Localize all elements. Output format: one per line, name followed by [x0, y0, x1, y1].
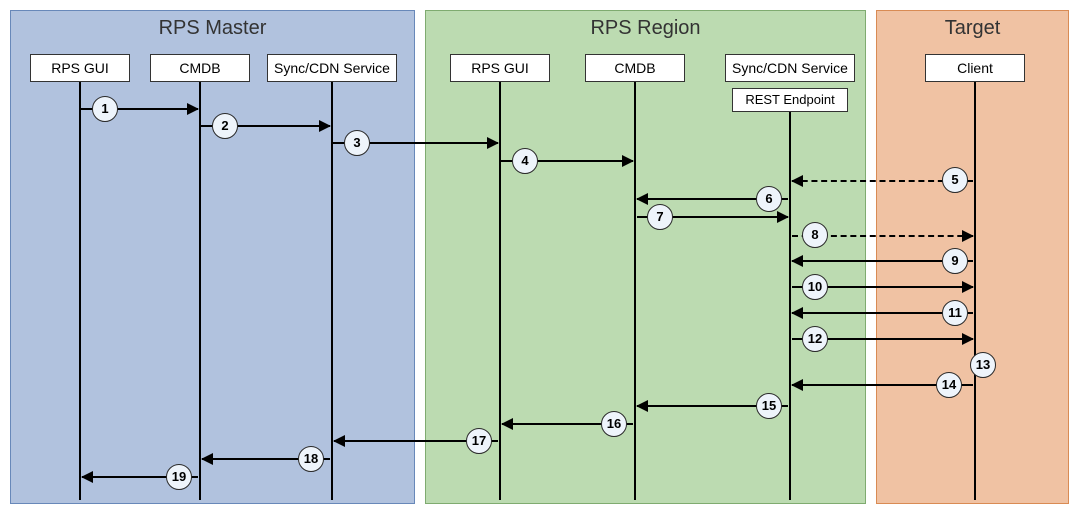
step-14: 14: [936, 372, 962, 398]
lifeline-r-cmdb: [634, 82, 636, 500]
step-1: 1: [92, 96, 118, 122]
lifeline-client: [974, 82, 976, 500]
region-target: Target: [876, 10, 1069, 504]
step-8: 8: [802, 222, 828, 248]
lifeline-header-rps-gui-region: RPS GUI: [450, 54, 550, 82]
lifeline-header-rps-gui-master: RPS GUI: [30, 54, 130, 82]
step-15: 15: [756, 393, 782, 419]
step-17: 17: [466, 428, 492, 454]
region-title: Target: [877, 17, 1068, 40]
lifeline-r-gui: [499, 82, 501, 500]
lifeline-header-client: Client: [925, 54, 1025, 82]
step-13: 13: [970, 352, 996, 378]
step-4: 4: [512, 148, 538, 174]
step-10: 10: [802, 274, 828, 300]
step-12: 12: [802, 326, 828, 352]
step-2: 2: [212, 113, 238, 139]
step-19: 19: [166, 464, 192, 490]
rest-endpoint-label: REST Endpoint: [732, 88, 848, 112]
step-7: 7: [647, 204, 673, 230]
region-rps-master: RPS Master: [10, 10, 415, 504]
lifeline-header-cmdb-region: CMDB: [585, 54, 685, 82]
lifeline-r-sync: [789, 112, 791, 500]
step-16: 16: [601, 411, 627, 437]
lifeline-header-sync-region: Sync/CDN Service: [725, 54, 855, 82]
step-9: 9: [942, 248, 968, 274]
lifeline-m-cmdb: [199, 82, 201, 500]
lifeline-m-gui: [79, 82, 81, 500]
step-18: 18: [298, 446, 324, 472]
region-title: RPS Master: [11, 17, 414, 40]
sequence-diagram: RPS Master RPS Region Target RPS GUI CMD…: [10, 10, 1069, 504]
step-11: 11: [942, 300, 968, 326]
lifeline-header-sync-master: Sync/CDN Service: [267, 54, 397, 82]
region-title: RPS Region: [426, 17, 865, 40]
lifeline-header-cmdb-master: CMDB: [150, 54, 250, 82]
step-6: 6: [756, 186, 782, 212]
step-3: 3: [344, 130, 370, 156]
step-5: 5: [942, 167, 968, 193]
